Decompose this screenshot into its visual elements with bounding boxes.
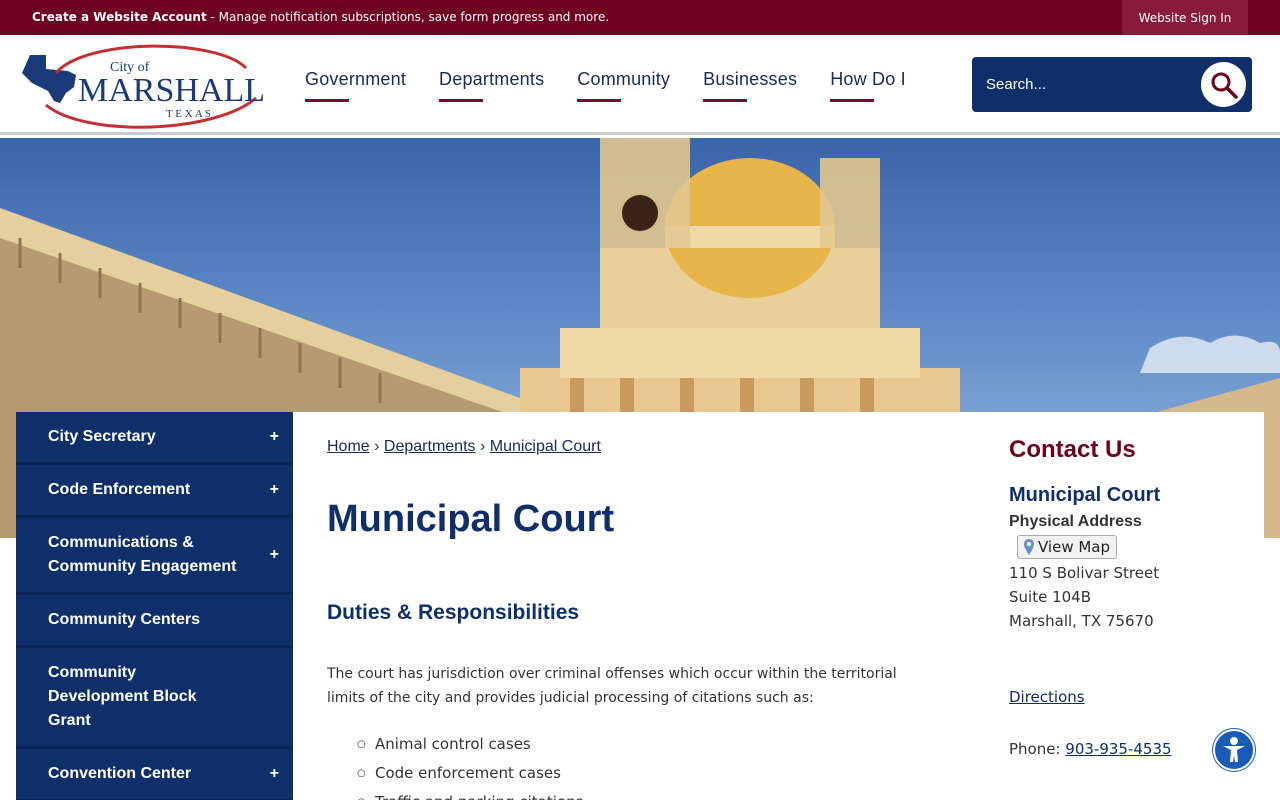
website-sign-in-button[interactable]: Website Sign In [1122,0,1248,35]
nav-businesses[interactable]: Businesses [703,69,797,102]
account-message: Create a Website Account - Manage notifi… [32,10,609,24]
directions-link[interactable]: Directions [1009,688,1085,706]
accessibility-icon [1223,737,1245,762]
map-pin-icon [1024,539,1034,555]
account-description: - Manage notification subscriptions, sav… [206,10,610,24]
sidebar-item-city-secretary[interactable]: City Secretary + [16,412,293,465]
physical-address-label: Physical Address [1009,513,1142,530]
section-heading: Duties & Responsibilities [327,601,580,624]
search-button[interactable] [1201,62,1246,107]
phone-link[interactable]: 903-935-4535 [1065,740,1171,758]
sidebar-item-code-enforcement[interactable]: Code Enforcement + [16,465,293,518]
address-street: 110 S Bolivar Street [1009,564,1160,582]
sidebar-item-label: Communications & Community Engagement [48,534,237,575]
expand-icon[interactable]: + [270,478,279,502]
search-icon [1211,72,1238,99]
nav-community[interactable]: Community [577,69,670,102]
contact-department[interactable]: Municipal Court [1009,484,1249,507]
nav-government[interactable]: Government [305,69,406,102]
search-input[interactable] [986,71,1166,97]
list-item: Code enforcement cases [357,759,583,788]
accessibility-button[interactable] [1213,729,1255,771]
address-suite: Suite 104B [1009,588,1091,606]
sidebar-item-label: Convention Center [48,765,192,782]
sidebar-item-convention-center[interactable]: Convention Center + [16,749,293,800]
sidebar-item-label: City Secretary [48,428,156,445]
expand-icon[interactable]: + [270,543,279,567]
sidebar-item-label: Community Development Block Grant [48,664,197,729]
citation-list: Animal control cases Code enforcement ca… [357,730,583,800]
breadcrumb-separator: › [479,438,486,455]
logo-texas: T E X A S [166,108,211,120]
search-box [972,57,1252,112]
breadcrumb-home[interactable]: Home [327,438,370,455]
breadcrumb-departments[interactable]: Departments [384,438,476,455]
nav-how-do-i[interactable]: How Do I [830,69,906,102]
nav-departments[interactable]: Departments [439,69,544,102]
top-bar: Create a Website Account - Manage notifi… [0,0,1280,35]
sidebar-item-label: Code Enforcement [48,481,191,498]
main-nav: Government Departments Community Busines… [305,69,939,102]
sidebar-nav: City Secretary + Code Enforcement + Comm… [16,412,293,800]
description-paragraph: The court has jurisdiction over criminal… [327,666,897,706]
expand-icon[interactable]: + [270,762,279,786]
breadcrumb-current[interactable]: Municipal Court [490,438,601,455]
list-item: Traffic and parking citations [357,788,583,800]
view-map-label: View Map [1038,538,1111,556]
breadcrumb-separator: › [374,438,380,455]
address-city: Marshall, TX 75670 [1009,612,1154,630]
sidebar-item-cdbg[interactable]: Community Development Block Grant [16,648,293,749]
phone-label: Phone: [1009,740,1066,758]
expand-icon[interactable]: + [270,425,279,449]
sidebar-item-communications[interactable]: Communications & Community Engagement + [16,518,293,595]
contact-heading: Contact Us [1009,436,1136,463]
page-title: Municipal Court [327,498,615,540]
view-map-button[interactable]: View Map [1017,535,1118,559]
list-item: Animal control cases [357,730,583,759]
sidebar-item-label: Community Centers [48,611,201,628]
site-header: City of MARSHALL T E X A S Government De… [0,35,1280,135]
logo-marshall: MARSHALL [78,72,265,109]
city-logo[interactable]: City of MARSHALL T E X A S [16,43,268,129]
contact-panel: Contact Us Municipal Court Physical Addr… [1009,436,1249,761]
breadcrumb: Home › Departments › Municipal Court [327,438,601,456]
create-account-link[interactable]: Create a Website Account [32,10,207,24]
sidebar-item-community-centers[interactable]: Community Centers [16,595,293,648]
